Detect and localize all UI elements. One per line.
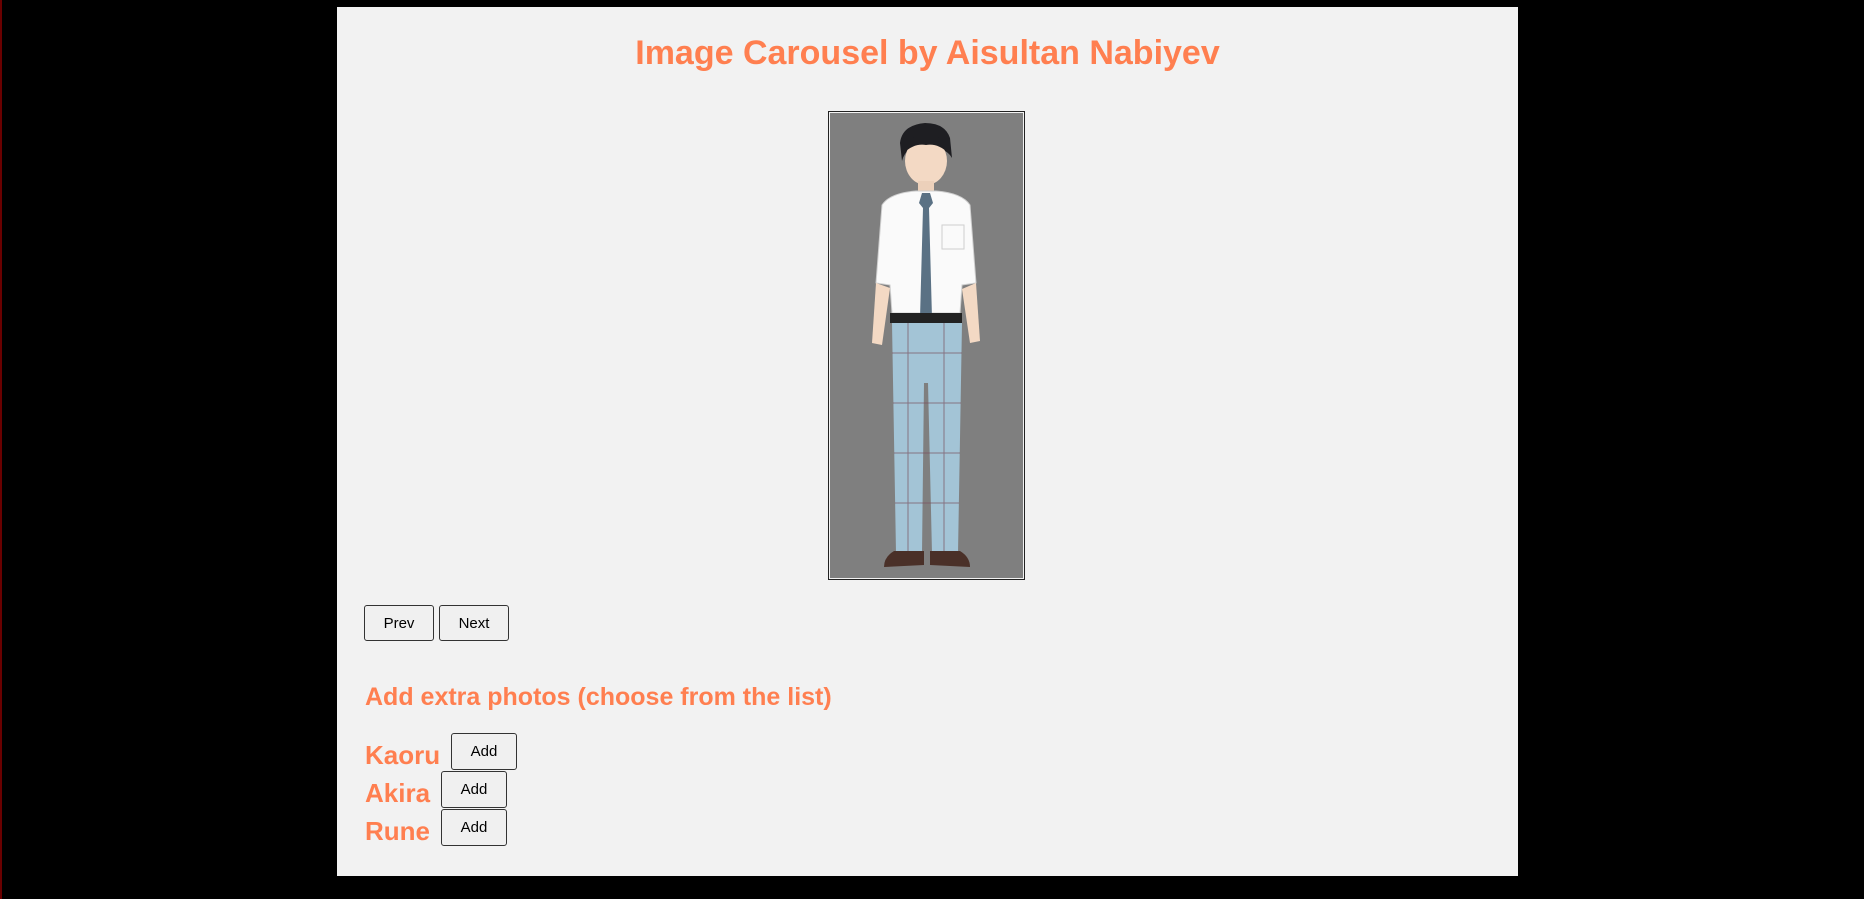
photo-name-rune: Rune [365,816,430,846]
extras-heading: Add extra photos (choose from the list) [365,683,832,711]
carousel-image [830,113,1023,578]
photo-name-kaoru: Kaoru [365,740,441,770]
page-container: Image Carousel by Aisultan Nabiyev Prev … [337,7,1518,876]
add-akira-button[interactable]: Add [441,771,507,808]
add-rune-button[interactable]: Add [441,809,507,846]
window-edge [0,0,2,899]
prev-button[interactable]: Prev [364,605,434,641]
character-illustration [872,123,980,567]
page-title: Image Carousel by Aisultan Nabiyev [635,34,1220,72]
next-button[interactable]: Next [439,605,509,641]
add-kaoru-button[interactable]: Add [451,733,517,770]
photo-name-akira: Akira [365,778,431,808]
carousel-image-frame [828,111,1025,580]
